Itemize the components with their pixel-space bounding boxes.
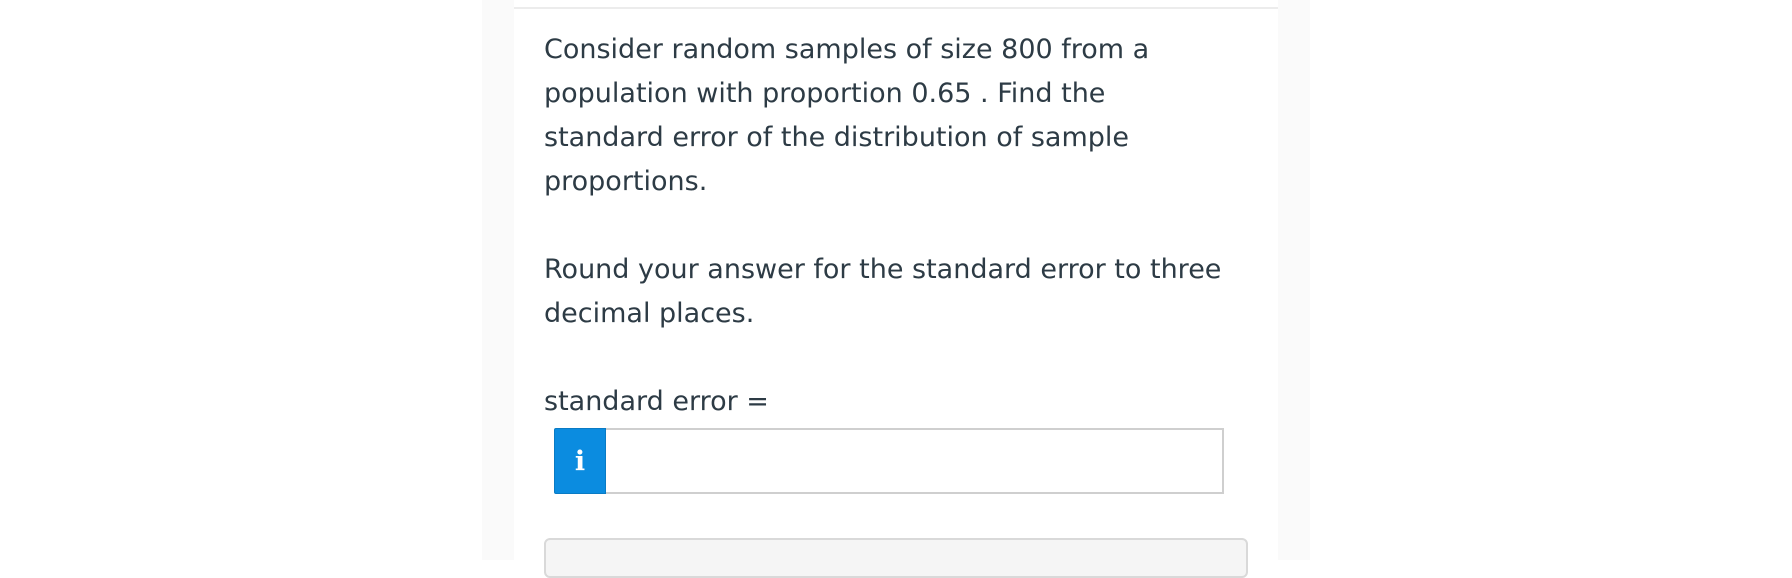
answer-row: i [554,428,1224,494]
question-line: Consider random samples of size 800 from… [544,34,1150,65]
question-line: standard error of the distribution of sa… [544,122,1130,153]
question-text: Consider random samples of size 800 from… [544,28,1254,204]
instruction-line: decimal places. [544,298,755,329]
top-divider [514,7,1278,9]
question-line: proportions. [544,166,708,197]
answer-label: standard error = [544,386,769,417]
instruction-line: Round your answer for the standard error… [544,254,1222,285]
rounding-instruction: Round your answer for the standard error… [544,248,1254,336]
info-icon[interactable]: i [554,428,606,494]
next-section-panel [544,538,1248,578]
standard-error-input[interactable] [606,428,1224,494]
question-line: population with proportion 0.65 . Find t… [544,78,1106,109]
